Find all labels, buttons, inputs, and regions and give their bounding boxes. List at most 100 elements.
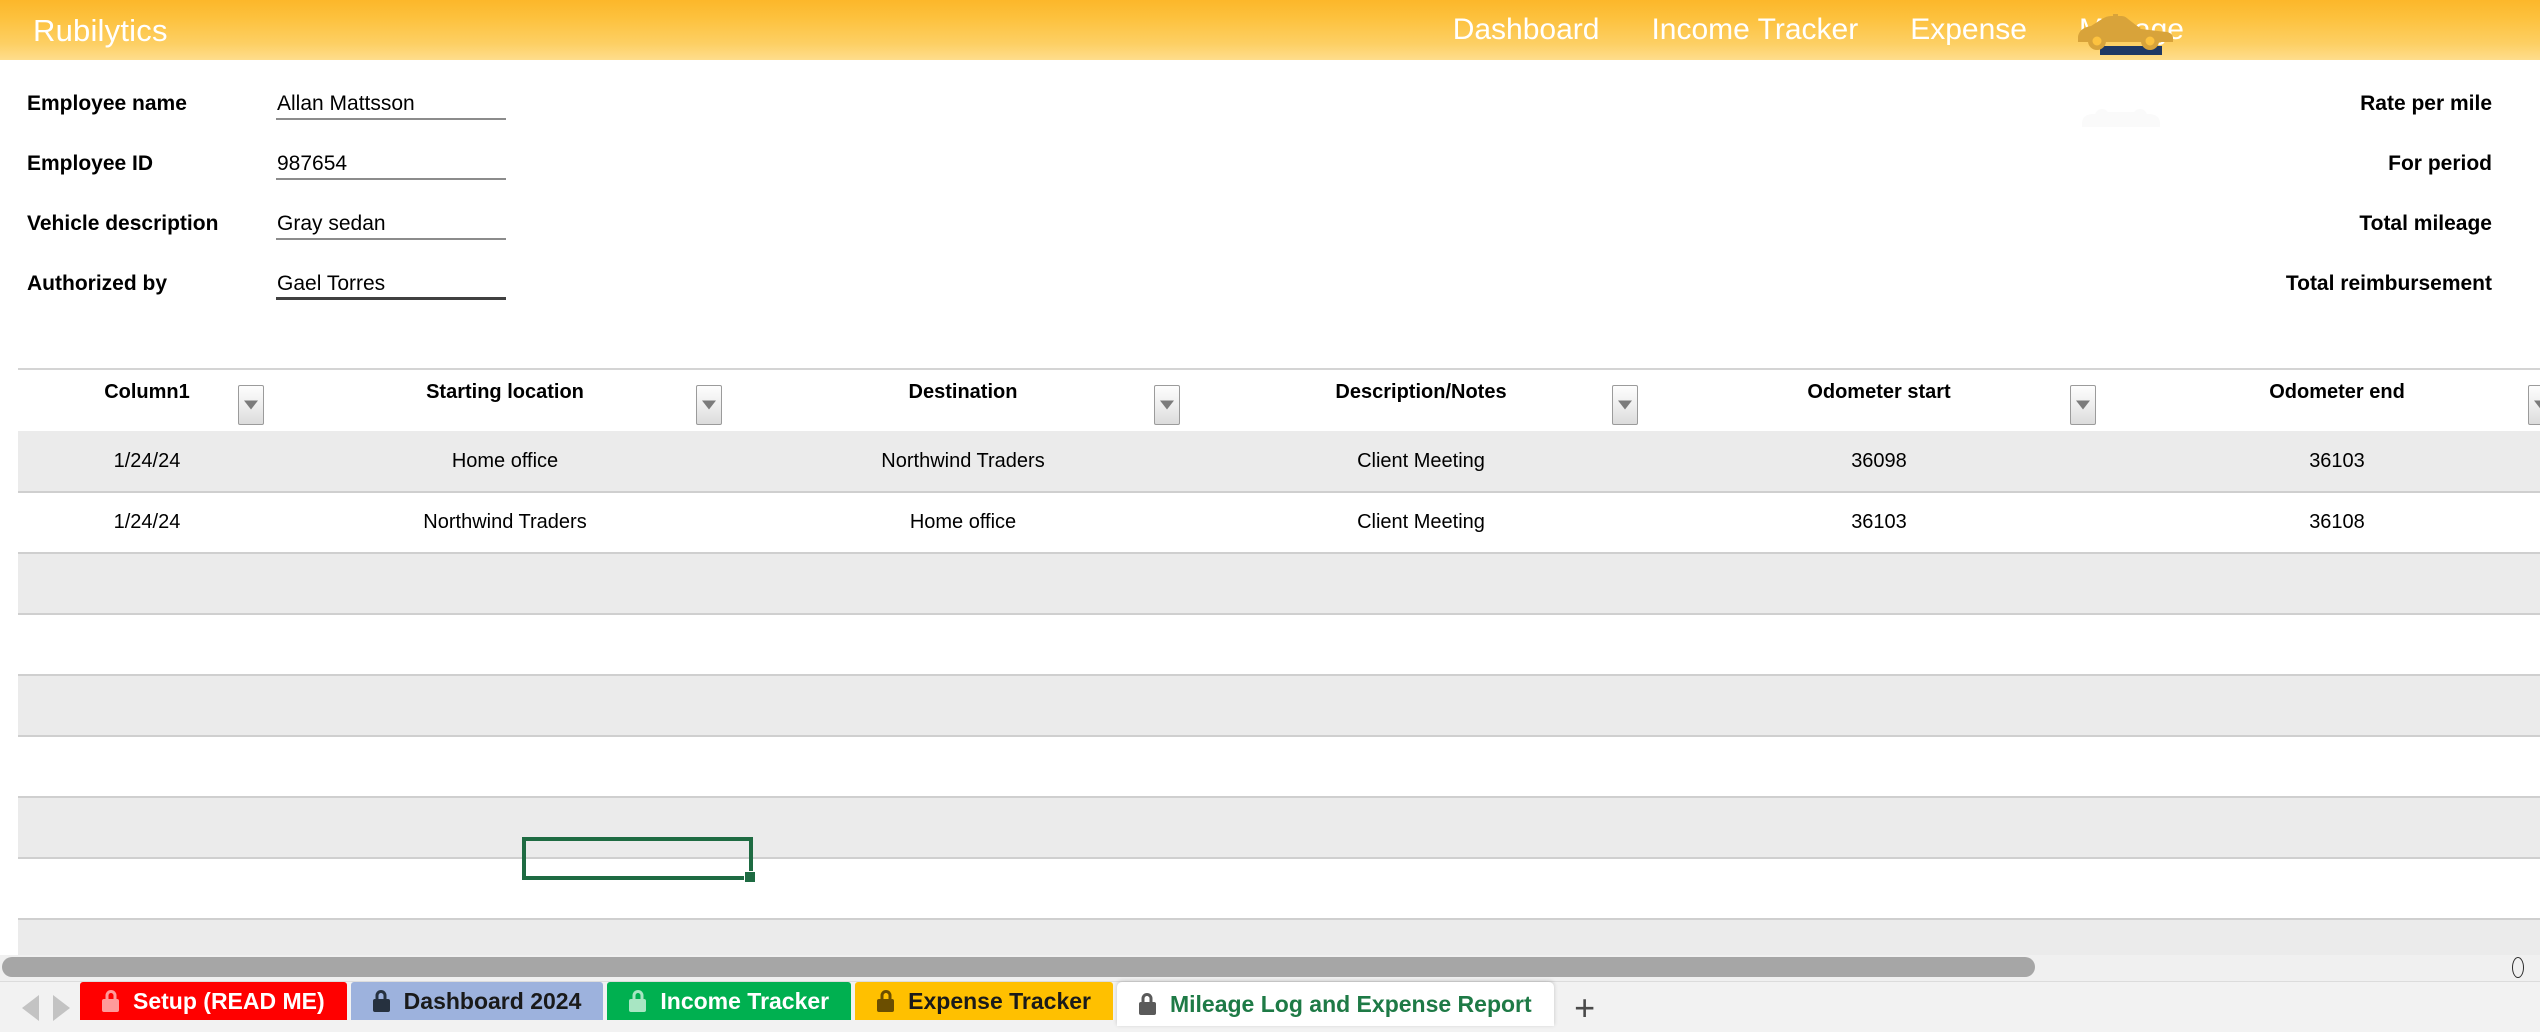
cell-date[interactable] [18, 919, 276, 955]
previous-sheet-arrow-icon[interactable] [22, 995, 39, 1021]
cell-notes[interactable] [1192, 675, 1650, 736]
table-row[interactable]: 0 [18, 736, 2540, 797]
cell-notes[interactable] [1192, 919, 1650, 955]
cell-start[interactable] [276, 553, 734, 614]
cell-start[interactable] [276, 919, 734, 955]
cell-notes[interactable] [1192, 797, 1650, 858]
cell-date[interactable]: 1/24/24 [18, 431, 276, 492]
nav-item-expense[interactable]: Expense [1884, 0, 2053, 60]
cell-date[interactable] [18, 553, 276, 614]
filter-dropdown-destination[interactable] [1154, 385, 1180, 425]
cell-odo-start[interactable] [1650, 797, 2108, 858]
filter-dropdown-starting-location[interactable] [696, 385, 722, 425]
column-header-odometer-start[interactable]: Odometer start [1650, 370, 2108, 431]
nav-item-dashboard[interactable]: Dashboard [1427, 0, 1626, 60]
next-sheet-arrow-icon[interactable] [53, 995, 70, 1021]
cell-start[interactable]: Northwind Traders [276, 492, 734, 553]
filter-dropdown-description-notes[interactable] [1612, 385, 1638, 425]
cell-destination[interactable] [734, 736, 1192, 797]
filter-dropdown-odometer-start[interactable] [2070, 385, 2096, 425]
cell-odo-start[interactable]: 36098 [1650, 431, 2108, 492]
column-header-odometer-end[interactable]: Odometer end [2108, 370, 2540, 431]
cell-destination[interactable] [734, 797, 1192, 858]
column-header-description-notes[interactable]: Description/Notes [1192, 370, 1650, 431]
cell-notes[interactable] [1192, 553, 1650, 614]
cell-destination[interactable] [734, 919, 1192, 955]
column-header-destination[interactable]: Destination [734, 370, 1192, 431]
value-employee-id: 987654 [277, 152, 347, 176]
cell-start[interactable] [276, 736, 734, 797]
cell-destination[interactable] [734, 553, 1192, 614]
scrollbar-resize-grip[interactable] [2512, 957, 2524, 978]
cell-notes[interactable]: Client Meeting [1192, 431, 1650, 492]
cell-odo-start[interactable] [1650, 675, 2108, 736]
sheet-tab-expense-tracker[interactable]: Expense Tracker [855, 982, 1113, 1020]
add-sheet-button[interactable]: + [1554, 982, 1616, 1032]
cell-notes[interactable] [1192, 858, 1650, 919]
column-header-starting-location[interactable]: Starting location [276, 370, 734, 431]
nav-item-income-tracker[interactable]: Income Tracker [1625, 0, 1884, 60]
horizontal-scrollbar-thumb[interactable] [2, 957, 2035, 977]
cell-date[interactable] [18, 614, 276, 675]
input-vehicle-description[interactable]: Gray sedan [276, 180, 506, 240]
cell-date[interactable] [18, 858, 276, 919]
cell-start[interactable] [276, 858, 734, 919]
cell-odo-end[interactable] [2108, 675, 2540, 736]
cell-notes[interactable]: Client Meeting [1192, 492, 1650, 553]
cell-odo-end[interactable] [2108, 919, 2540, 955]
cell-odo-end[interactable] [2108, 797, 2540, 858]
cell-odo-start[interactable] [1650, 919, 2108, 955]
cell-odo-end[interactable] [2108, 736, 2540, 797]
table-row[interactable]: 0 [18, 553, 2540, 614]
cell-date[interactable] [18, 736, 276, 797]
app-header-banner: Rubilytics DashboardIncome TrackerExpens… [0, 0, 2540, 60]
sheet-tab-label: Income Tracker [660, 988, 829, 1015]
input-employee-id[interactable]: 987654 [276, 120, 506, 180]
cell-odo-start[interactable] [1650, 858, 2108, 919]
label-total-mileage: Total mileage [2359, 212, 2492, 236]
horizontal-scrollbar[interactable] [0, 955, 2540, 981]
table-row[interactable]: 0 [18, 919, 2540, 955]
table-row[interactable]: 1/24/24Home officeNorthwind TradersClien… [18, 431, 2540, 492]
cell-odo-start[interactable] [1650, 736, 2108, 797]
cell-start[interactable]: Home office [276, 431, 734, 492]
cell-destination[interactable]: Home office [734, 492, 1192, 553]
cell-date[interactable] [18, 797, 276, 858]
cell-odo-start[interactable] [1650, 614, 2108, 675]
sheet-tab-label: Expense Tracker [908, 988, 1091, 1015]
cell-odo-start[interactable] [1650, 553, 2108, 614]
cell-notes[interactable] [1192, 736, 1650, 797]
cell-notes[interactable] [1192, 614, 1650, 675]
column-header-column1[interactable]: Column1 [18, 370, 276, 431]
sheet-tab-income-tracker[interactable]: Income Tracker [607, 982, 851, 1020]
table-row[interactable]: 0 [18, 858, 2540, 919]
table-row[interactable]: 0 [18, 675, 2540, 736]
table-row[interactable]: 0 [18, 797, 2540, 858]
cell-start[interactable] [276, 614, 734, 675]
cell-destination[interactable] [734, 675, 1192, 736]
table-row[interactable]: 0 [18, 614, 2540, 675]
table-row[interactable]: 1/24/24Northwind TradersHome officeClien… [18, 492, 2540, 553]
cell-start[interactable] [276, 797, 734, 858]
cell-odo-start[interactable]: 36103 [1650, 492, 2108, 553]
cell-odo-end[interactable] [2108, 614, 2540, 675]
sheet-tab-setup-read-me[interactable]: Setup (READ ME) [80, 982, 347, 1020]
input-employee-name[interactable]: Allan Mattsson [276, 60, 506, 120]
cell-date[interactable]: 1/24/24 [18, 492, 276, 553]
cell-destination[interactable] [734, 858, 1192, 919]
sheet-tab-mileage-log-and-expense-report[interactable]: Mileage Log and Expense Report [1117, 982, 1554, 1026]
filter-dropdown-column1[interactable] [238, 385, 264, 425]
cell-odo-end[interactable] [2108, 858, 2540, 919]
mileage-log-table-container[interactable]: Column1Starting locationDestinationDescr… [18, 368, 2540, 955]
summary-row-total-reimbursement: Total reimbursement [2020, 240, 2540, 300]
input-authorized-by[interactable]: Gael Torres [276, 240, 506, 300]
cell-odo-end[interactable]: 36108 [2108, 492, 2540, 553]
cell-odo-end[interactable] [2108, 553, 2540, 614]
filter-dropdown-odometer-end[interactable] [2528, 385, 2540, 425]
cell-destination[interactable]: Northwind Traders [734, 431, 1192, 492]
cell-start[interactable] [276, 675, 734, 736]
sheet-tab-dashboard-2024[interactable]: Dashboard 2024 [351, 982, 604, 1020]
cell-odo-end[interactable]: 36103 [2108, 431, 2540, 492]
cell-destination[interactable] [734, 614, 1192, 675]
cell-date[interactable] [18, 675, 276, 736]
